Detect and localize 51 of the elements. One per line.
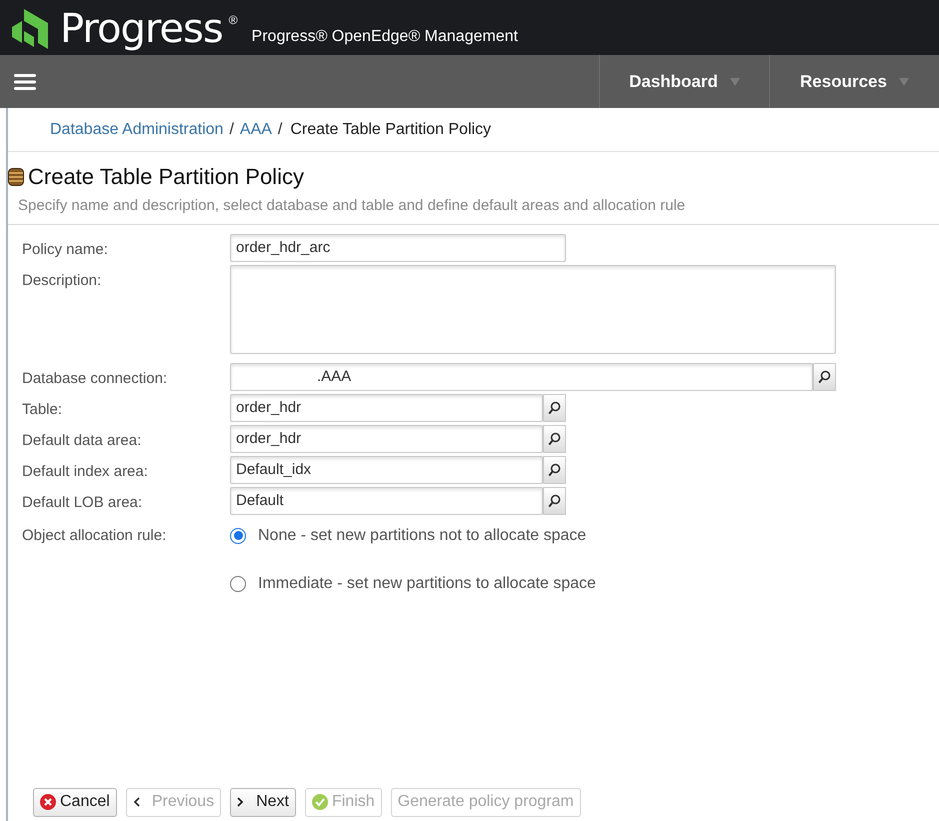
caret-icon	[898, 78, 909, 86]
radio-button[interactable]	[230, 576, 246, 592]
lookup-button[interactable]	[543, 394, 566, 422]
nav-menu[interactable]: Resources	[769, 55, 939, 108]
lookup-field[interactable]: Default	[230, 486, 543, 514]
field-label: Database connection:	[22, 368, 168, 388]
breadcrumb-separator: /	[278, 120, 282, 140]
lookup-field[interactable]: order_hdr	[230, 394, 543, 422]
chevron-left-icon	[132, 797, 140, 807]
nav-menu[interactable]: Dashboard	[599, 55, 769, 108]
field-label: Table:	[22, 400, 64, 420]
field-label: Default data area:	[22, 430, 142, 450]
wizard-button[interactable]: Cancel	[33, 788, 117, 816]
lookup-field[interactable]: Default_idx	[230, 456, 543, 484]
search-icon	[818, 370, 831, 384]
search-icon	[548, 432, 561, 446]
lookup-button[interactable]	[543, 456, 566, 484]
close-icon	[40, 794, 56, 810]
page-subtitle: Specify name and description, select database and table and define default areas and allocation rule	[17, 196, 686, 216]
field-label: Description:	[22, 270, 102, 290]
brand-name: Progress	[60, 9, 223, 49]
chevron-right-icon	[237, 797, 244, 807]
search-icon	[548, 494, 561, 508]
radio-label: Immediate - set new partitions to allocate space	[258, 574, 596, 594]
description-field[interactable]	[230, 264, 836, 354]
field-label: Default index area:	[22, 462, 149, 482]
radio-button[interactable]	[230, 528, 246, 544]
field-label: Default LOB area:	[22, 492, 144, 512]
menu-icon	[14, 72, 36, 90]
breadcrumb-current: Create Table Partition Policy	[290, 120, 492, 140]
lookup-field[interactable]: .AAA	[230, 362, 813, 390]
check-icon	[312, 794, 328, 810]
page-title: Create Table Partition Policy	[28, 163, 304, 191]
search-icon	[548, 400, 561, 414]
database-icon	[8, 168, 24, 186]
breadcrumb-link[interactable]: Database Administration	[50, 118, 224, 142]
caret-icon	[730, 78, 740, 86]
breadcrumb-separator: /	[229, 120, 234, 140]
radio-label: None - set new partitions not to allocate space	[258, 526, 586, 546]
search-icon	[548, 462, 561, 476]
field-label: Policy name:	[22, 240, 109, 260]
registered-mark: ®	[228, 12, 238, 29]
wizard-button[interactable]: Next	[230, 788, 296, 816]
lookup-field[interactable]: order_hdr	[230, 424, 543, 452]
lookup-button[interactable]	[543, 486, 566, 514]
breadcrumb-link[interactable]: AAA	[240, 118, 272, 142]
text-field[interactable]: order_hdr_arc	[230, 234, 566, 262]
product-name: Progress® OpenEdge® Management	[252, 27, 518, 47]
lookup-button[interactable]	[543, 424, 566, 452]
lookup-button[interactable]	[813, 362, 836, 390]
field-label: Object allocation rule:	[22, 526, 168, 546]
